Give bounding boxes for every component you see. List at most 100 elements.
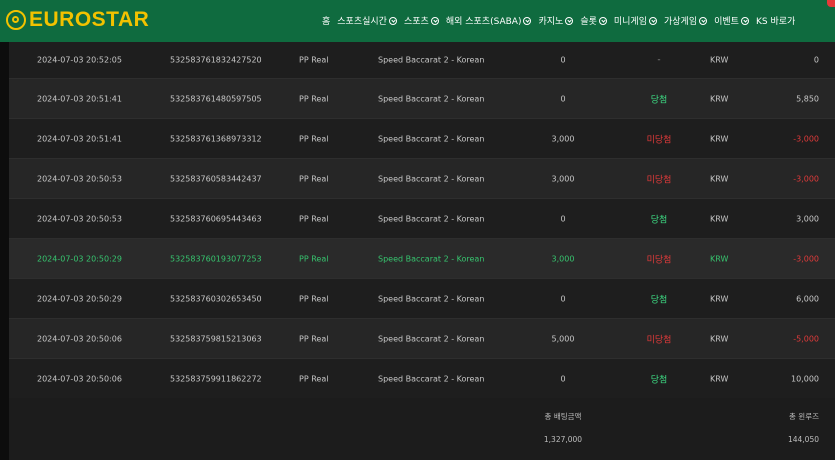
chevron-down-icon xyxy=(565,16,574,25)
bet-date: 2024-07-03 20:51:41 xyxy=(37,94,122,103)
bet-result: 당첨 xyxy=(650,295,668,305)
bet-date: 2024-07-03 20:51:41 xyxy=(37,134,122,143)
chevron-down-icon xyxy=(649,16,657,25)
bet-currency: KRW xyxy=(710,55,729,65)
bet-game: Speed Baccarat 2 - Korean xyxy=(378,254,485,263)
bet-amount: 0 xyxy=(560,294,566,303)
nav-item-label: 스포츠실시간 xyxy=(337,17,387,27)
bet-winloss: 6,000 xyxy=(796,294,819,303)
bet-id: 532583759911862272 xyxy=(170,374,262,383)
chevron-down-icon xyxy=(523,16,532,25)
table-row[interactable]: 2024-07-03 20:50:53 532583760695443463 PP … xyxy=(9,199,835,239)
notification-badge xyxy=(827,0,835,7)
bet-currency: KRW xyxy=(710,174,729,183)
bet-currency: KRW xyxy=(710,134,729,143)
bet-amount: 0 xyxy=(560,374,566,383)
bet-winloss: -3,000 xyxy=(793,254,819,263)
bet-result: - xyxy=(657,55,661,65)
table-row[interactable]: 2024-07-03 20:51:41 532583761368973312 PP … xyxy=(9,119,835,159)
bet-date: 2024-07-03 20:52:05 xyxy=(37,55,122,65)
bet-game: Speed Baccarat 2 - Korean xyxy=(378,214,485,223)
nav-item[interactable]: KS 바로가 xyxy=(756,14,795,27)
brand-logo[interactable]: EUROSTAR xyxy=(6,8,149,32)
nav-item-label: 슬롯 xyxy=(580,17,597,27)
logo-icon xyxy=(6,10,26,30)
bet-amount: 0 xyxy=(560,55,566,65)
bet-date: 2024-07-03 20:50:29 xyxy=(37,294,122,303)
chevron-down-icon xyxy=(699,16,708,25)
bet-date: 2024-07-03 20:50:53 xyxy=(37,174,122,183)
nav-item-label: KS 바로가 xyxy=(755,17,796,27)
nav-item[interactable]: 해외 스포츠(SABA) xyxy=(446,14,532,27)
bet-game: Speed Baccarat 2 - Korean xyxy=(378,55,485,65)
bet-winloss: 10,000 xyxy=(791,374,819,383)
bet-game: Speed Baccarat 2 - Korean xyxy=(378,174,485,183)
bet-provider: PP Real xyxy=(299,214,329,223)
bet-result: 당첨 xyxy=(650,95,668,105)
logo-text: EUROSTAR xyxy=(29,8,150,31)
bet-id: 532583759815213063 xyxy=(170,334,262,343)
bet-game: Speed Baccarat 2 - Korean xyxy=(378,374,485,383)
nav-item[interactable]: 스포츠실시간 xyxy=(337,14,397,27)
bet-id: 532583760583442437 xyxy=(170,174,262,183)
bet-provider: PP Real xyxy=(299,294,329,303)
bet-amount: 0 xyxy=(560,214,566,223)
table-row[interactable]: 2024-07-03 20:50:06 532583759911862272 PP … xyxy=(9,359,835,399)
bet-provider: PP Real xyxy=(299,374,329,383)
bet-winloss: -5,000 xyxy=(793,334,819,343)
bet-date: 2024-07-03 20:50:06 xyxy=(37,334,122,343)
bet-id: 532583760695443463 xyxy=(170,214,262,223)
bet-result: 당첨 xyxy=(650,375,668,385)
bet-currency: KRW xyxy=(710,254,729,263)
bet-currency: KRW xyxy=(710,334,729,343)
bet-result: 미당첨 xyxy=(646,335,672,345)
bet-result: 당첨 xyxy=(650,215,668,225)
nav-item[interactable]: 스포츠 xyxy=(404,14,439,27)
table-row[interactable]: 2024-07-03 20:51:41 532583761480597505 PP … xyxy=(9,79,835,119)
total-winloss-label: 총 윈루즈 xyxy=(789,412,819,421)
table-row[interactable]: 2024-07-03 20:50:29 532583760193077253 PP … xyxy=(9,239,835,279)
bet-winloss: -3,000 xyxy=(793,174,819,183)
bet-id: 532583760302653450 xyxy=(170,294,262,303)
table-row[interactable]: 2024-07-03 20:50:53 532583760583442437 PP … xyxy=(9,159,835,199)
main-menu: 홈 스포츠실시간 스포츠 해외 스포츠(SABA) 카지노 슬롯 미니게임 가상게임 이벤트 KS… xyxy=(322,14,802,27)
bet-provider: PP Real xyxy=(299,94,329,103)
total-bet-value: 1,327,000 xyxy=(543,435,583,444)
bet-result: 미당첨 xyxy=(646,255,672,265)
bet-amount: 3,000 xyxy=(551,134,575,143)
bet-id: 532583761368973312 xyxy=(170,134,262,143)
total-winloss-value: 144,050 xyxy=(787,435,819,444)
bet-winloss: 5,850 xyxy=(796,94,819,103)
bet-result: 미당첨 xyxy=(646,175,672,185)
nav-item-label: 해외 스포츠(SABA) xyxy=(445,17,522,27)
nav-item[interactable]: 카지노 xyxy=(538,14,574,27)
bet-provider: PP Real xyxy=(299,174,329,183)
nav-item-label: 미니게임 xyxy=(613,17,647,27)
bet-amount: 5,000 xyxy=(551,334,575,343)
nav-item[interactable]: 이벤트 xyxy=(714,14,749,27)
nav-item[interactable]: 미니게임 xyxy=(614,14,657,27)
chevron-down-icon xyxy=(598,16,607,25)
totals-row: 총 배팅금액 1,327,000 총 윈루즈 144,050 xyxy=(9,398,835,460)
bet-winloss: -3,000 xyxy=(793,134,819,143)
bet-winloss: 0 xyxy=(813,55,819,65)
bet-currency: KRW xyxy=(710,214,729,223)
bet-history-table: 2024-07-03 20:52:05 532583761832427520 PP … xyxy=(9,42,835,399)
nav-item[interactable]: 홈 xyxy=(322,14,330,27)
bet-provider: PP Real xyxy=(299,334,329,343)
bet-game: Speed Baccarat 2 - Korean xyxy=(378,134,485,143)
bet-currency: KRW xyxy=(710,374,729,383)
bet-id: 532583761832427520 xyxy=(170,55,262,65)
nav-item[interactable]: 가상게임 xyxy=(664,14,708,27)
bet-date: 2024-07-03 20:50:29 xyxy=(37,254,122,263)
bet-provider: PP Real xyxy=(299,134,329,143)
nav-item[interactable]: 슬롯 xyxy=(580,14,607,27)
nav-item-label: 카지노 xyxy=(538,17,564,27)
bet-winloss: 3,000 xyxy=(796,214,819,223)
table-row[interactable]: 2024-07-03 20:52:05 532583761832427520 PP … xyxy=(9,42,835,79)
bet-amount: 3,000 xyxy=(551,254,575,263)
nav-item-label: 가상게임 xyxy=(664,17,698,27)
chevron-down-icon xyxy=(740,16,749,25)
table-row[interactable]: 2024-07-03 20:50:29 532583760302653450 PP … xyxy=(9,279,835,319)
table-row[interactable]: 2024-07-03 20:50:06 532583759815213063 PP … xyxy=(9,319,835,359)
